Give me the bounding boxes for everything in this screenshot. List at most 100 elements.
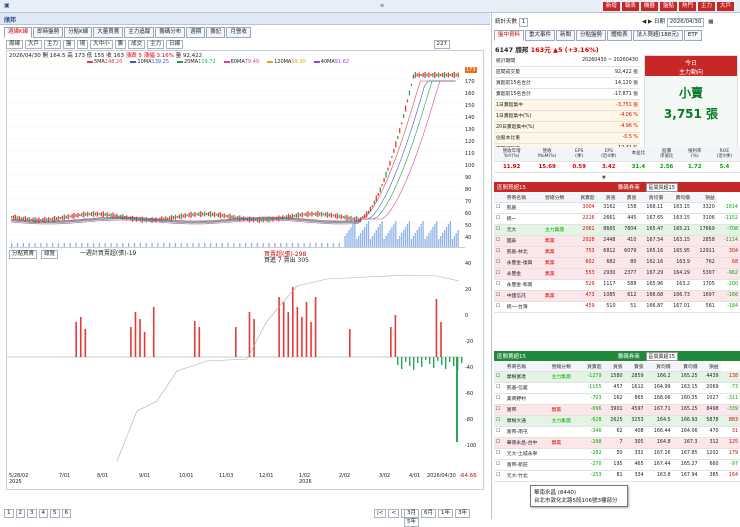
broker-name[interactable]: 凱基-信義 bbox=[504, 382, 550, 394]
sell-select[interactable]: 區間賣超15 bbox=[645, 352, 678, 361]
table-row[interactable]: ☐ 元大-土城永寧 -282 50 332 167.16 167.85 1202 179 bbox=[494, 448, 740, 460]
broker-name[interactable]: 摩根大通 bbox=[504, 415, 550, 427]
chart-tab[interactable]: 週線K線 bbox=[4, 27, 33, 38]
page-button[interactable]: 2 bbox=[15, 509, 25, 518]
top-button[interactable]: 大戶 bbox=[716, 2, 734, 11]
broker-name[interactable]: 元大-土城永寧 bbox=[504, 448, 550, 460]
top-button[interactable]: 熱門 bbox=[678, 2, 696, 11]
date-input[interactable]: 2026/04/30 bbox=[666, 18, 705, 27]
toolbar-item[interactable]: 大戶 bbox=[25, 40, 43, 49]
row-checkbox[interactable]: ☐ bbox=[494, 437, 505, 449]
prev-icon[interactable]: < bbox=[388, 509, 400, 518]
table-row[interactable]: ☐ 中國信託 無黨 473 1085 612 166.68 166.73 1697 -166 bbox=[494, 290, 740, 302]
toolbar-item[interactable]: 日線 bbox=[166, 40, 184, 49]
price-chart[interactable] bbox=[7, 67, 463, 247]
table-row[interactable]: ☐ 元大-竹北 -253 81 334 163.8 167.94 385 164 bbox=[494, 470, 740, 482]
row-checkbox[interactable]: ☐ bbox=[494, 459, 505, 471]
top-button[interactable]: 主力 bbox=[697, 2, 715, 11]
chart-tab[interactable]: 週期 bbox=[186, 27, 206, 38]
chart-tab[interactable]: 籌記 bbox=[206, 27, 226, 38]
page-button[interactable]: 3 bbox=[27, 509, 37, 518]
range-button[interactable]: 5年 bbox=[404, 518, 419, 527]
prev-date-icon[interactable]: ◀ bbox=[642, 19, 646, 25]
table-row[interactable]: ☐ 永豐金 無黨 553 2930 2377 167.29 164.29 5307 -962 bbox=[494, 268, 740, 280]
broker-name[interactable]: 摩根富達 bbox=[504, 371, 550, 383]
page-button[interactable]: 5 bbox=[50, 509, 60, 518]
toolbar-item[interactable]: 主力 bbox=[147, 40, 165, 49]
table-row[interactable]: ☐ 凱基-信義 -1155 457 1612 164.99 163.15 2069 -73 bbox=[494, 382, 740, 394]
row-checkbox[interactable]: ☐ bbox=[494, 393, 505, 405]
broker-name[interactable]: 永豐金-復興 bbox=[504, 257, 543, 269]
chart-tab[interactable]: 主力追蹤 bbox=[124, 27, 155, 38]
first-icon[interactable]: |< bbox=[374, 509, 387, 518]
row-checkbox[interactable]: ☐ bbox=[494, 301, 505, 313]
broker-name[interactable]: 富邦-新莊 bbox=[504, 459, 550, 471]
row-checkbox[interactable]: ☐ bbox=[494, 382, 505, 394]
row-checkbox[interactable]: ☐ bbox=[494, 246, 505, 258]
table-row[interactable]: ☐ 凱基-林北 無黨 753 6812 6079 165.16 165.95 12911 304 bbox=[494, 246, 740, 258]
broker-name[interactable]: 凱基 bbox=[504, 202, 543, 214]
chip-overview-button[interactable]: 總覽 bbox=[40, 250, 58, 259]
row-checkbox[interactable]: ☐ bbox=[494, 257, 505, 269]
table-row[interactable]: ☐ 美商野村 -703 162 865 168.06 160.35 1027 -311 bbox=[494, 393, 740, 405]
next-date-icon[interactable]: ▶ bbox=[648, 19, 652, 25]
toolbar-item[interactable]: 盤 bbox=[63, 40, 75, 49]
row-checkbox[interactable]: ☐ bbox=[494, 448, 505, 460]
buy-filter[interactable]: 籌碼券商 bbox=[618, 185, 640, 191]
broker-name[interactable]: 永豐金 bbox=[504, 268, 543, 280]
range-button[interactable]: 1年 bbox=[438, 509, 453, 518]
table-row[interactable]: ☐ 富邦 無黨 -696 3901 4597 167.71 165.25 8498 -339 bbox=[494, 404, 740, 416]
table-row[interactable]: ☐ 永豐金-和南 529 1117 588 165.96 163.2 1705 -200 bbox=[494, 279, 740, 291]
broker-name[interactable]: 凱基-林北 bbox=[504, 246, 543, 258]
broker-name[interactable]: 華南永昌-台中 bbox=[504, 437, 550, 449]
broker-name[interactable]: 元大 bbox=[504, 224, 543, 236]
broker-name[interactable]: 統一 bbox=[504, 213, 543, 225]
chart-area[interactable]: 2026/04/30 開 164.5 高 173 低 155 收 163 漲跌 … bbox=[6, 50, 484, 490]
right-tab[interactable]: 分點盤勢 bbox=[576, 30, 607, 41]
table-row[interactable]: ☐ 華南永昌-台中 無黨 -298 7 305 164.8 167.3 312 125 bbox=[494, 437, 740, 449]
period-select[interactable]: 1 bbox=[518, 18, 529, 27]
table-row[interactable]: ☐ 永豐金-復興 無黨 602 682 80 162.16 163.9 762 68 bbox=[494, 257, 740, 269]
broker-name[interactable]: 元大-竹北 bbox=[504, 470, 550, 482]
right-tab[interactable]: 新聞 bbox=[556, 30, 576, 41]
broker-name[interactable]: 美商野村 bbox=[504, 393, 550, 405]
menu-icon[interactable]: ≡ bbox=[380, 3, 384, 9]
range-button[interactable]: 3月 bbox=[404, 509, 419, 518]
broker-name[interactable]: 永豐金-和南 bbox=[504, 279, 543, 291]
row-checkbox[interactable]: ☐ bbox=[494, 202, 505, 214]
table-row[interactable]: ☐ 摩根富達 主力集團 -1279 1580 2859 166.2 165.25 4439 138 bbox=[494, 371, 740, 383]
chip-chart[interactable] bbox=[7, 261, 463, 471]
right-tab[interactable]: ETF bbox=[683, 30, 702, 41]
toolbar-item[interactable]: 成交 bbox=[128, 40, 146, 49]
top-button[interactable]: 盤點 bbox=[659, 2, 677, 11]
top-button[interactable]: 機器 bbox=[640, 2, 658, 11]
chart-tab[interactable]: 即時盤勢 bbox=[33, 27, 64, 38]
collapse-icon[interactable]: ▼ bbox=[602, 175, 606, 181]
chip-select[interactable]: 分點買賣 bbox=[9, 250, 38, 259]
row-checkbox[interactable]: ☐ bbox=[494, 235, 505, 247]
top-button[interactable]: 新增 bbox=[602, 2, 620, 11]
table-row[interactable]: ☐ 富邦-新莊 -270 195 465 167.44 165.27 660 -97 bbox=[494, 459, 740, 471]
table-row[interactable]: ☐ 摩根大通 主力集團 -628 2625 3253 164.5 166.93 5878 883 bbox=[494, 415, 740, 427]
page-button[interactable]: 4 bbox=[38, 509, 48, 518]
chart-tab[interactable]: 分點K線 bbox=[64, 27, 93, 38]
toolbar-item[interactable]: 周線 bbox=[6, 40, 24, 49]
table-row[interactable]: ☐ 凱基 3004 3162 158 168.11 163.15 3320 -1614 bbox=[494, 202, 740, 214]
broker-name[interactable]: 中國信託 bbox=[504, 290, 543, 302]
table-row[interactable]: ☐ 元大 主力集團 2061 8665 7804 165.47 165.21 17669 -708 bbox=[494, 224, 740, 236]
row-checkbox[interactable]: ☐ bbox=[494, 426, 505, 438]
table-row[interactable]: ☐ 統一-台灣 459 510 51 166.87 167.01 561 -184 bbox=[494, 301, 740, 313]
table-row[interactable]: ☐ 統一 2216 2661 445 167.65 163.15 3106 -1152 bbox=[494, 213, 740, 225]
page-button[interactable]: 1 bbox=[4, 509, 14, 518]
toolbar-item[interactable]: 主力 bbox=[44, 40, 62, 49]
toolbar-item[interactable]: 現 bbox=[76, 40, 89, 49]
row-checkbox[interactable]: ☐ bbox=[494, 470, 505, 482]
row-checkbox[interactable]: ☐ bbox=[494, 279, 505, 291]
sell-filter[interactable]: 籌碼券商 bbox=[618, 354, 640, 360]
row-checkbox[interactable]: ☐ bbox=[494, 404, 505, 416]
broker-name[interactable]: 國泰 bbox=[504, 235, 543, 247]
row-checkbox[interactable]: ☐ bbox=[494, 213, 505, 225]
right-tab[interactable]: 重大事件 bbox=[525, 30, 556, 41]
toolbar-item[interactable]: 籌 bbox=[114, 40, 127, 49]
range-button[interactable]: 6月 bbox=[421, 509, 436, 518]
